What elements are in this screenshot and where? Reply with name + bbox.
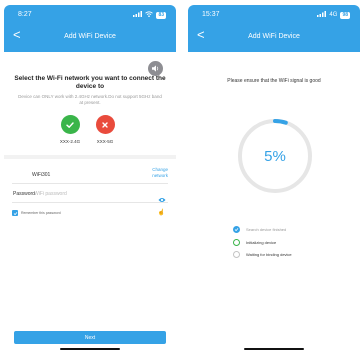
remember-checkbox[interactable] <box>12 210 18 216</box>
signal-notice: Please ensure that the WiFi signal is go… <box>227 78 321 84</box>
step-label: Waiting for binding device <box>246 252 292 257</box>
network-option-5g: XXX-5G <box>90 115 120 144</box>
setup-steps: Search device finished Initializing devi… <box>233 225 292 263</box>
network-type: 4G <box>329 12 338 18</box>
active-circle-icon <box>233 238 240 246</box>
step-label: Search device finished <box>246 227 287 232</box>
password-label: Password <box>13 191 35 197</box>
remember-label: Remember this password <box>21 211 61 215</box>
divider <box>12 183 168 184</box>
remember-password-row[interactable]: Remember this password <box>12 210 61 216</box>
section-divider <box>4 155 176 159</box>
header-bar: 8:27 83 < Add WiFi Device <box>4 5 176 52</box>
next-button[interactable]: Next <box>14 331 166 344</box>
status-icons: 4G 98 <box>317 11 350 19</box>
home-indicator <box>60 348 120 350</box>
battery-level: 98 <box>340 11 350 19</box>
divider <box>12 202 168 203</box>
wifi-name: WiFi301 <box>32 172 51 178</box>
page-title: Add WiFi Device <box>64 33 116 40</box>
select-network-title: Select the Wi-Fi network you want to con… <box>14 75 166 90</box>
show-password-icon[interactable] <box>158 190 166 208</box>
signal-icon <box>317 11 327 19</box>
status-time: 15:37 <box>202 11 220 18</box>
page-title: Add WiFi Device <box>248 33 300 40</box>
add-wifi-screen-left: 8:27 83 < Add WiFi Device Select the Wi-… <box>4 5 176 352</box>
speaker-icon[interactable] <box>148 61 163 76</box>
band-note: Device can ONLY work with 2.4GHz network… <box>18 94 162 105</box>
hand-pointer-icon: ☝ <box>157 210 165 216</box>
header-bar: 15:37 4G 98 < Add WiFi Device <box>188 5 360 52</box>
cross-icon <box>95 115 115 134</box>
step-label: Initializing device <box>246 239 277 245</box>
home-indicator <box>244 348 304 350</box>
change-network-link[interactable]: Change network <box>138 167 168 179</box>
done-check-icon <box>233 226 240 233</box>
network-option-2-4g: XXX-2.4G <box>55 115 85 144</box>
status-icons: 83 <box>133 11 166 19</box>
option-label: XXX-5G <box>96 139 114 144</box>
add-wifi-screen-right: 15:37 4G 98 < Add WiFi Device Please ens… <box>188 5 360 352</box>
wifi-status-icon <box>145 11 154 19</box>
option-label: XXX-2.4G <box>59 139 81 144</box>
status-time: 8:27 <box>18 11 32 18</box>
step-waiting-binding: Waiting for binding device <box>233 250 292 259</box>
progress-percent: 5% <box>264 147 286 165</box>
progress-ring: 5% <box>235 116 315 196</box>
step-initializing: Initializing device <box>233 238 292 247</box>
battery-level: 83 <box>156 11 166 19</box>
pending-circle-icon <box>233 251 240 258</box>
check-icon <box>60 115 80 134</box>
signal-icon <box>133 11 143 19</box>
step-search-device: Search device finished <box>233 225 292 234</box>
password-input[interactable] <box>34 189 134 198</box>
